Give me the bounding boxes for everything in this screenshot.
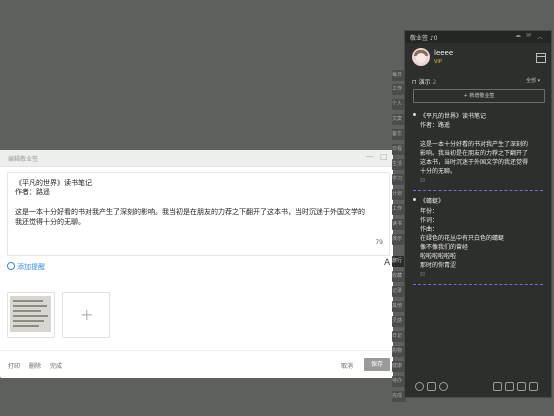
note-line: 啦啦啦啦啦啦 (420, 253, 457, 260)
layout-icon[interactable] (517, 382, 526, 391)
char-count: 79 (375, 239, 383, 246)
document-image (10, 296, 51, 332)
print-button[interactable]: 打印 (8, 361, 20, 370)
note-line: 影响。我当初是在朋友的力荐之下翻开了 (420, 150, 529, 157)
minimize-icon[interactable]: — (366, 152, 374, 161)
note-line: 作者：路遥 (420, 122, 451, 129)
note-line: 作曲： (420, 226, 439, 233)
list-icon[interactable] (427, 382, 436, 391)
edit-dialog: 编辑敬业签 — □ 《平凡的世界》读书笔记 作者：路遥 这是一本十分好看的书对我… (0, 150, 393, 378)
category-title: ⊓ 演示 2 (412, 79, 437, 86)
note-line: 那时的你青涩 (420, 262, 457, 269)
add-image-button[interactable]: + (62, 292, 110, 338)
username: leeee (434, 49, 454, 57)
note-line: 年份： (420, 208, 439, 215)
note-line: 《蜻蜓》 (420, 198, 445, 205)
sort-icon[interactable] (529, 382, 538, 391)
add-reminder-label: 添加提醒 (17, 263, 45, 271)
vip-badge: VIP (434, 59, 442, 65)
editor-line: 我还觉得十分的无聊。 (15, 218, 85, 226)
notification-count: 0 (433, 35, 438, 42)
panel-titlebar: 敬业签 ♪0 ☁ ✉ ︿ (405, 31, 551, 43)
delete-button[interactable]: 删除 (29, 361, 41, 370)
collapse-icon[interactable]: ︿ (537, 32, 543, 41)
note-divider (413, 284, 543, 285)
notes-panel: 敬业签 ♪0 ☁ ✉ ︿ leeee VIP ⊓ 演示 2 全部 ▾ + 新增敬… (404, 30, 552, 398)
note-line: 像不像我们的曾经 (420, 244, 469, 251)
editor-line: 这是一本十分好看的书对我产生了深刻的影响。我当初是在朋友的力荐之下翻开了这本书，… (15, 208, 365, 216)
save-button[interactable]: 保存 (364, 358, 390, 371)
note-line: 作词： (420, 217, 439, 224)
editor-line: 作者：路遥 (15, 188, 50, 196)
note-editor[interactable]: 《平凡的世界》读书笔记 作者：路遥 这是一本十分好看的书对我产生了深刻的影响。我… (7, 172, 390, 256)
font-format-icon[interactable]: A (384, 258, 390, 268)
image-thumbnail[interactable] (7, 292, 55, 338)
clock-icon (7, 262, 15, 270)
note-line: 《平凡的世界》读书笔记 (420, 113, 487, 120)
note-line: 十分的无聊。 (420, 168, 457, 175)
dialog-title: 编辑敬业签 (8, 156, 39, 163)
cancel-button[interactable]: 取消 (341, 361, 353, 370)
add-icon[interactable] (493, 382, 502, 391)
avatar[interactable] (412, 48, 430, 66)
note-meta: 四 (420, 272, 426, 278)
bullet-icon (413, 198, 416, 201)
maximize-icon[interactable]: □ (380, 152, 388, 161)
filter-dropdown[interactable]: 全部 ▾ (526, 77, 540, 84)
plus-icon: + (80, 305, 94, 324)
add-reminder-link[interactable]: 添加提醒 (7, 262, 45, 272)
app-title: 敬业签 ♪0 (410, 35, 438, 42)
done-button[interactable]: 完成 (50, 361, 62, 370)
clock-icon[interactable] (415, 382, 424, 391)
category-count: 2 (432, 79, 437, 86)
note-line: 在绿色的花丛中有只白色的蜻蜓 (420, 235, 505, 242)
note-divider (413, 190, 543, 191)
image-icon[interactable] (505, 382, 514, 391)
email-icon[interactable]: ✉ (526, 32, 531, 39)
dialog-footer: 打印 删除 完成 取消 保存 (0, 350, 393, 379)
search-icon[interactable] (439, 382, 448, 391)
new-note-button[interactable]: + 新增敬业签 (413, 89, 545, 103)
note-meta: 四 (420, 178, 426, 184)
panel-footer (405, 379, 551, 397)
note-line: 这本书，当时沉迷于外国文学的我还觉得 (420, 159, 529, 166)
cloud-icon[interactable]: ☁ (515, 32, 521, 39)
dialog-header: 编辑敬业签 — □ (0, 150, 393, 167)
calendar-icon[interactable] (536, 53, 546, 63)
note-line: 这是一本十分好看的书对我产生了深刻的 (420, 141, 529, 148)
bullet-icon (413, 113, 416, 116)
